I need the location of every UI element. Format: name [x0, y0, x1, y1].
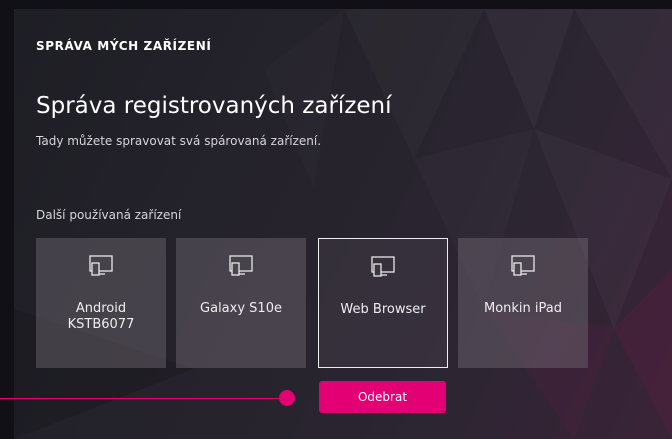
device-management-screen: SPRÁVA MÝCH ZAŘÍZENÍ Správa registrovaný… — [14, 9, 672, 439]
device-tile-label: Monkin iPad — [483, 301, 562, 316]
remove-button[interactable]: Odebrat — [319, 381, 446, 413]
section-title: SPRÁVA MÝCH ZAŘÍZENÍ — [36, 39, 212, 53]
page-title: Správa registrovaných zařízení — [36, 93, 392, 119]
device-tile-label: Web Browser — [340, 302, 426, 317]
page-subtitle: Tady můžete spravovat svá spárovaná zaří… — [36, 134, 322, 148]
device-icon — [229, 255, 253, 276]
device-icon — [89, 255, 113, 276]
triangle-background-pattern — [14, 269, 672, 439]
device-tile-galaxy[interactable]: Galaxy S10e — [176, 238, 306, 368]
pointer-line — [0, 398, 282, 399]
device-tile-ipad[interactable]: Monkin iPad — [458, 238, 588, 368]
device-tile-label: Galaxy S10e — [200, 301, 282, 316]
pointer-dot — [279, 390, 295, 406]
other-devices-label: Další používaná zařízení — [36, 208, 182, 222]
device-icon — [511, 255, 535, 276]
device-tile-label: Android KSTB6077 — [67, 301, 135, 332]
device-icon — [371, 256, 395, 277]
device-tile-web-browser[interactable]: Web Browser — [318, 238, 448, 368]
device-tile-android[interactable]: Android KSTB6077 — [36, 238, 166, 368]
